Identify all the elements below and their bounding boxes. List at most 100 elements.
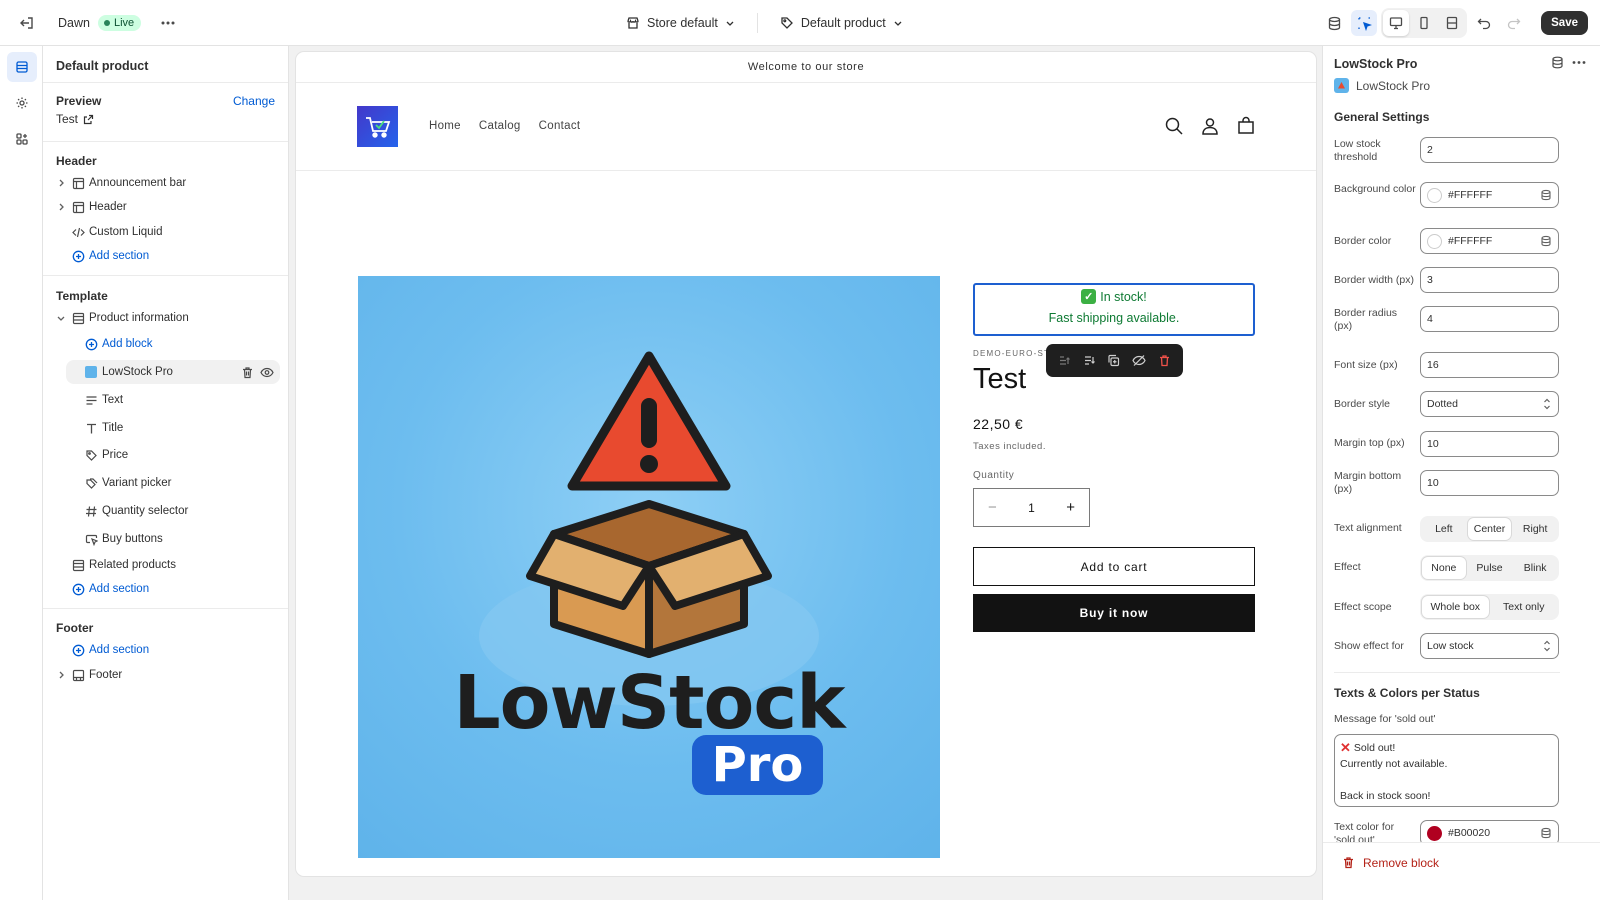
color-swatch[interactable] (1427, 233, 1442, 249)
exit-icon[interactable] (14, 10, 40, 36)
account-icon[interactable] (1200, 116, 1220, 136)
show-effect-for-select[interactable]: Low stock (1420, 633, 1559, 659)
margin-top-input[interactable]: 10 (1420, 431, 1559, 457)
plus-circle-icon (71, 249, 85, 263)
sold-out-message-textarea[interactable]: ✕ Sold out! Currently not available. Back… (1334, 734, 1559, 807)
app-source: LowStock Pro (1334, 78, 1430, 93)
block-price[interactable]: Price (43, 443, 288, 467)
margin-bottom-input[interactable]: 10 (1420, 470, 1559, 496)
divider (43, 608, 288, 609)
low-stock-threshold-input[interactable]: 2 (1420, 137, 1559, 163)
buy-now-button[interactable]: Buy it now (973, 594, 1255, 632)
border-color-input[interactable]: #FFFFFF (1420, 228, 1559, 254)
select-chevron-icon (1542, 397, 1552, 411)
border-style-select[interactable]: Dotted (1420, 391, 1559, 417)
effect-none-option[interactable]: None (1422, 557, 1466, 579)
block-buy-buttons[interactable]: Buy buttons (43, 527, 288, 551)
preview-product-link[interactable]: Test (56, 112, 94, 126)
remove-block-button[interactable]: Remove block (1323, 842, 1600, 882)
preview-label: Preview (56, 94, 102, 108)
more-icon[interactable] (1572, 56, 1586, 69)
effect-blink-option[interactable]: Blink (1513, 557, 1557, 579)
section-header[interactable]: Header (43, 195, 288, 219)
hide-icon[interactable] (1132, 354, 1146, 367)
block-lowstock-pro[interactable]: LowStock Pro (66, 360, 280, 384)
settings-title: LowStock Pro (1334, 57, 1418, 71)
block-label: Title (102, 422, 124, 434)
template-select[interactable]: Default product (772, 16, 911, 30)
database-icon[interactable] (1540, 827, 1552, 839)
duplicate-icon[interactable] (1107, 354, 1120, 367)
add-to-cart-button[interactable]: Add to cart (973, 547, 1255, 586)
store-logo[interactable] (357, 106, 398, 147)
undo-icon[interactable] (1471, 10, 1497, 36)
eye-icon[interactable] (260, 366, 274, 379)
database-icon[interactable] (1551, 56, 1564, 69)
font-size-input[interactable]: 16 (1420, 352, 1559, 378)
nav-catalog[interactable]: Catalog (479, 120, 521, 132)
background-color-input[interactable]: #FFFFFF (1420, 182, 1559, 208)
quantity-decrease-button[interactable]: − (988, 499, 997, 516)
add-section-template[interactable]: Add section (43, 577, 288, 601)
announcement-bar[interactable]: Welcome to our store (296, 52, 1316, 83)
sections-panel: Default product Preview Change Test Head… (43, 46, 289, 900)
editor-topbar: Dawn Live Store default Default product (0, 0, 1600, 46)
lowstock-status-box[interactable]: ✓ In stock! Fast shipping available. (973, 283, 1255, 336)
redo-icon[interactable] (1501, 10, 1527, 36)
select-chevron-icon (1542, 639, 1552, 653)
section-footer[interactable]: Footer (43, 663, 288, 687)
change-preview-link[interactable]: Change (233, 94, 275, 108)
border-radius-input[interactable]: 4 (1420, 306, 1559, 332)
block-floating-toolbar (1046, 344, 1183, 377)
block-title[interactable]: Title (43, 416, 288, 440)
desktop-icon[interactable] (1383, 10, 1410, 36)
apps-icon[interactable] (7, 124, 37, 154)
fullwidth-icon[interactable] (1439, 10, 1465, 36)
section-announcement-bar[interactable]: Announcement bar (43, 171, 288, 195)
color-swatch[interactable] (1427, 825, 1442, 841)
border-width-input[interactable]: 3 (1420, 267, 1559, 293)
inspector-icon[interactable] (1351, 10, 1378, 36)
product-image[interactable]: LowStock Pro (358, 276, 940, 858)
cart-icon[interactable] (1236, 116, 1256, 136)
search-icon[interactable] (1164, 116, 1184, 136)
quantity-increase-button[interactable]: + (1066, 499, 1075, 516)
settings-icon[interactable] (7, 88, 37, 118)
sections-icon[interactable] (7, 52, 37, 82)
nav-contact[interactable]: Contact (539, 120, 581, 132)
textarea-line: Currently not available. (1340, 758, 1448, 770)
more-icon[interactable] (155, 10, 181, 36)
trash-icon[interactable] (241, 366, 254, 379)
add-section-footer[interactable]: Add section (43, 638, 288, 662)
add-block[interactable]: Add block (43, 332, 288, 356)
database-icon[interactable] (1321, 10, 1347, 36)
trash-icon[interactable] (1158, 354, 1171, 367)
align-left-option[interactable]: Left (1422, 518, 1466, 540)
color-value: #FFFFFF (1448, 235, 1493, 247)
database-icon[interactable] (1540, 189, 1552, 201)
move-up-icon[interactable] (1058, 354, 1071, 367)
quantity-value[interactable]: 1 (1028, 501, 1035, 515)
database-icon[interactable] (1540, 235, 1552, 247)
align-right-option[interactable]: Right (1513, 518, 1557, 540)
main-nav: Home Catalog Contact (429, 120, 580, 132)
section-custom-liquid[interactable]: Custom Liquid (43, 220, 288, 244)
add-section-header[interactable]: Add section (43, 244, 288, 268)
save-button[interactable]: Save (1541, 11, 1588, 35)
block-quantity-selector[interactable]: Quantity selector (43, 499, 288, 523)
effect-pulse-option[interactable]: Pulse (1468, 557, 1512, 579)
move-down-icon[interactable] (1083, 354, 1096, 367)
scope-whole-box-option[interactable]: Whole box (1422, 596, 1489, 618)
block-variant-picker[interactable]: Variant picker (43, 471, 288, 495)
color-swatch[interactable] (1427, 187, 1442, 203)
store-select[interactable]: Store default (618, 16, 743, 30)
section-related-products[interactable]: Related products (43, 553, 288, 577)
section-product-information[interactable]: Product information (43, 306, 288, 330)
product-price: 22,50 € (973, 416, 1024, 432)
scope-text-only-option[interactable]: Text only (1491, 596, 1558, 618)
align-center-option[interactable]: Center (1467, 518, 1512, 540)
block-text[interactable]: Text (43, 388, 288, 412)
nav-home[interactable]: Home (429, 120, 461, 132)
image-pro-pill: Pro (692, 735, 823, 795)
mobile-icon[interactable] (1411, 10, 1437, 36)
